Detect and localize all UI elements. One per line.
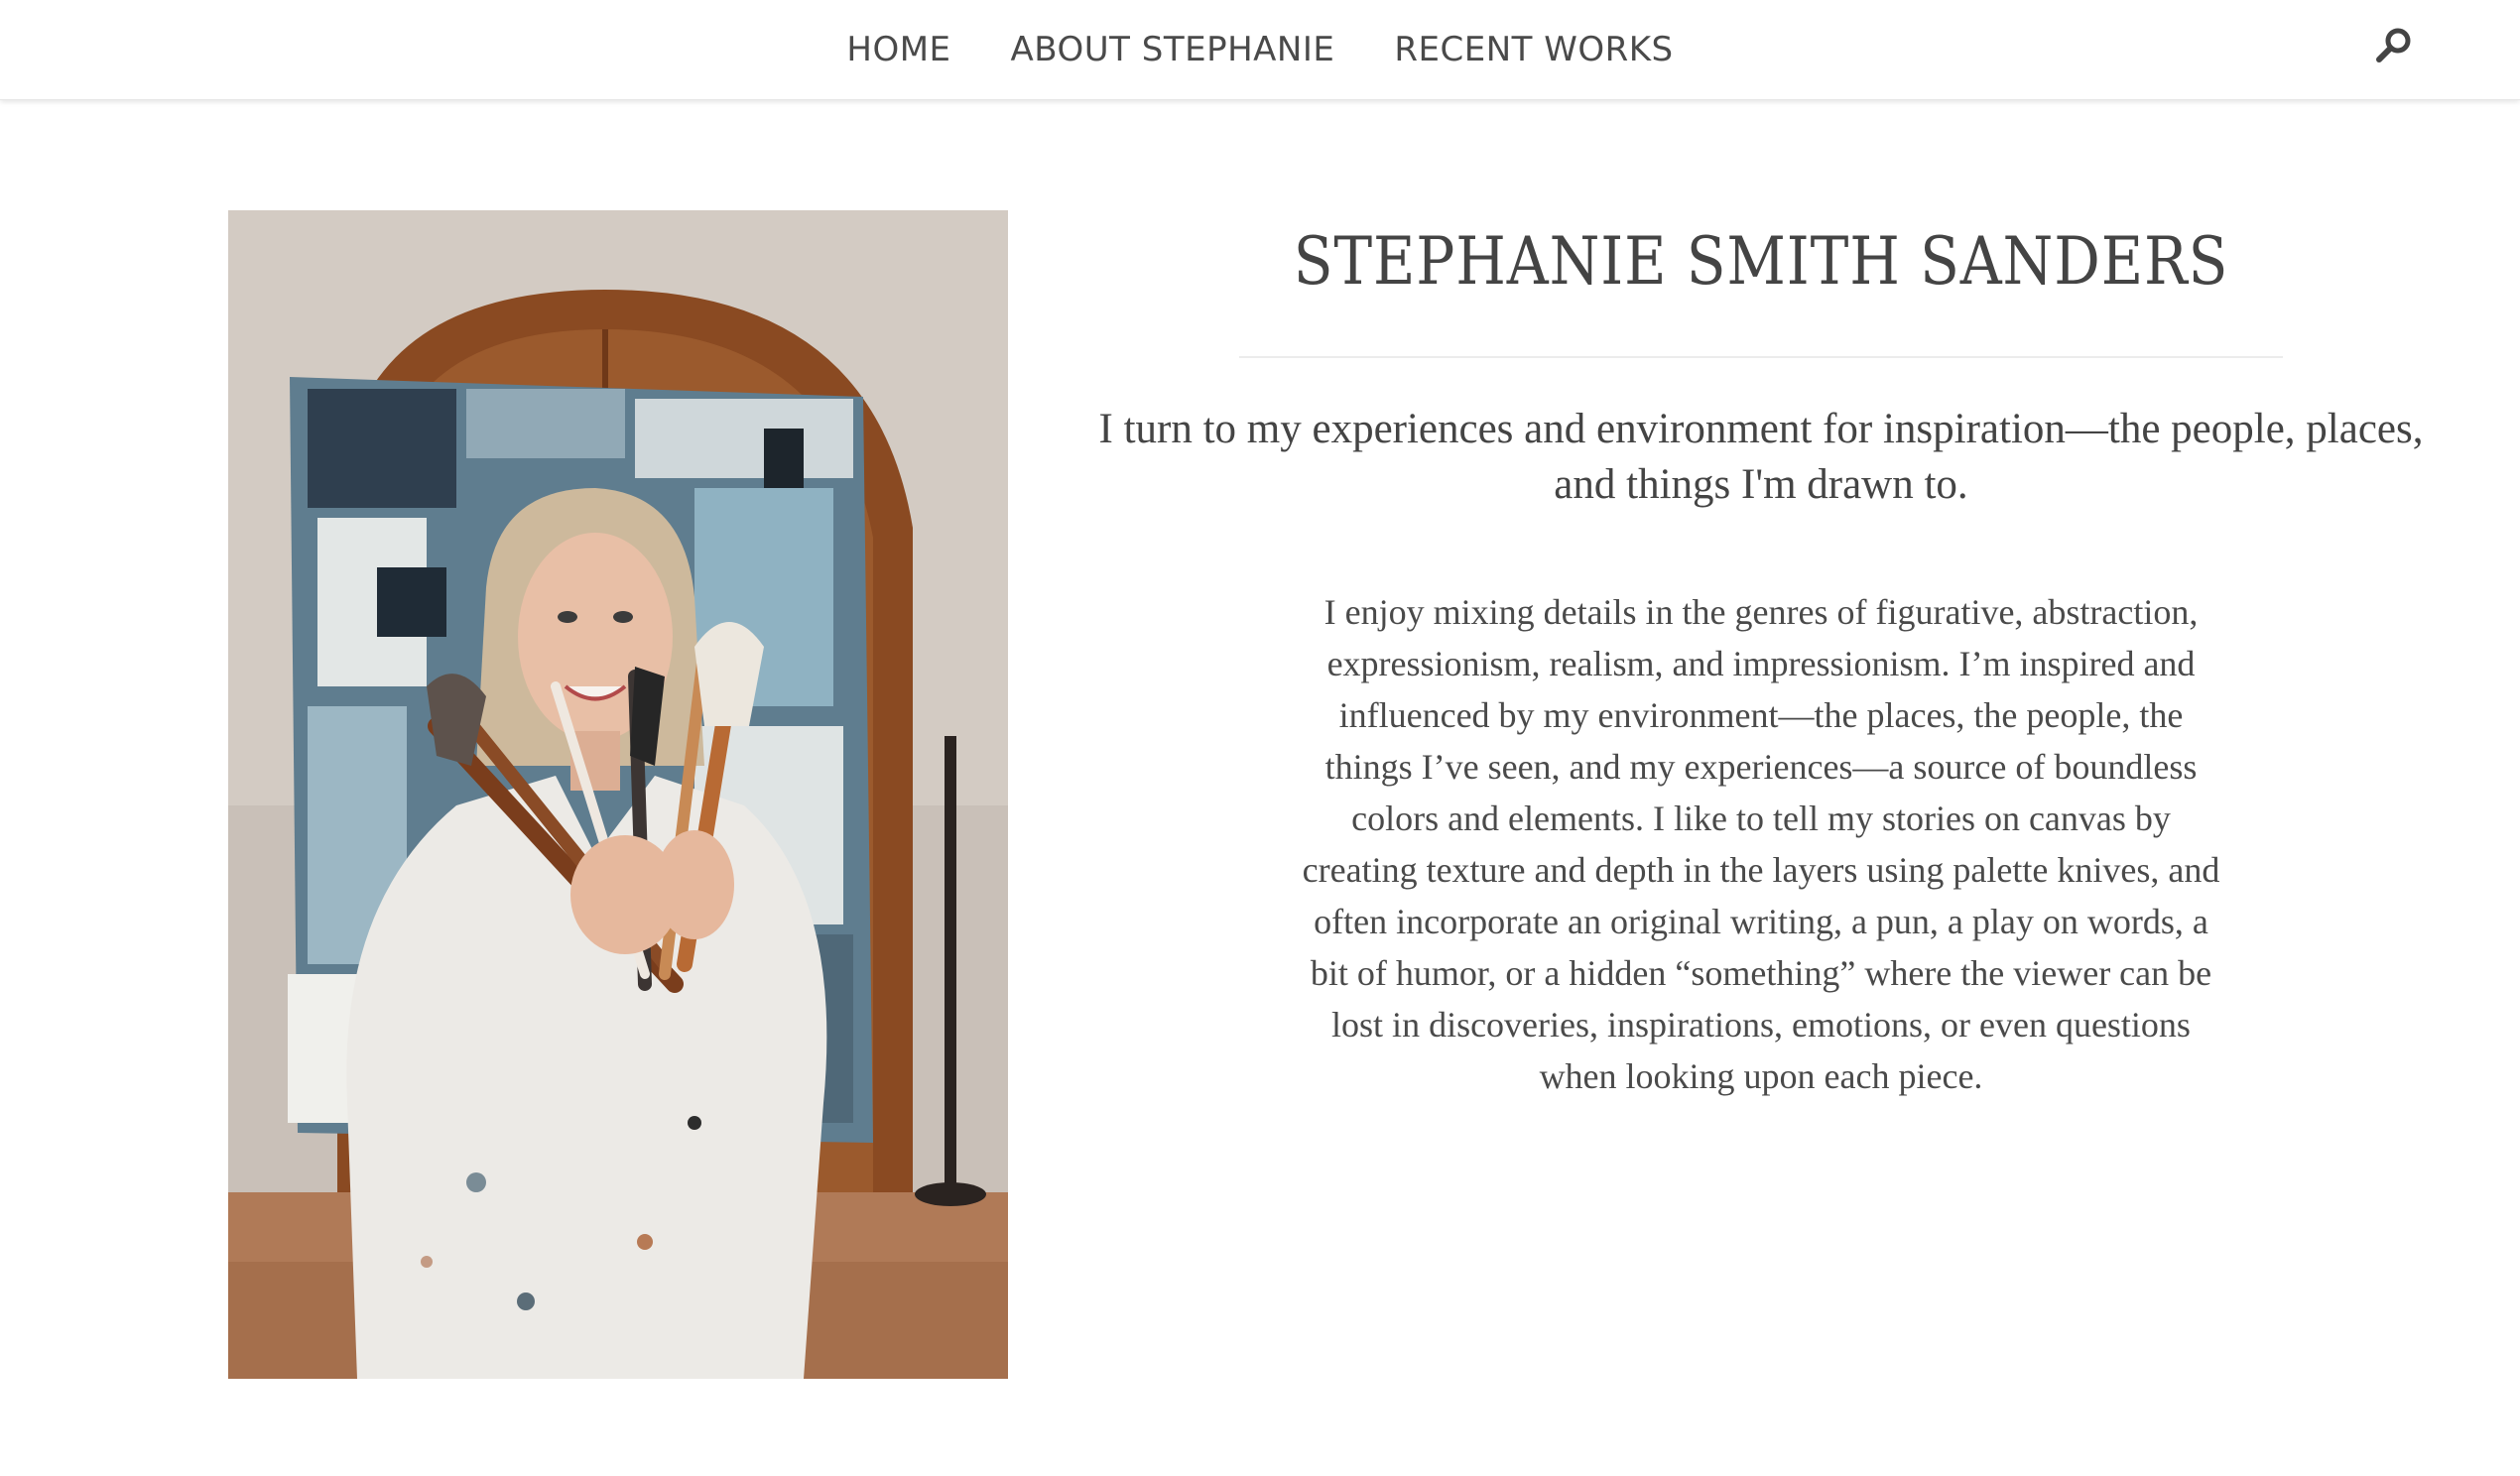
artist-intro-section: STEPHANIE SMITH SANDERS I turn to my exp… (1071, 210, 2451, 1102)
top-navigation-bar: HOME ABOUT STEPHANIE RECENT WORKS (0, 0, 2520, 100)
main-nav: HOME ABOUT STEPHANIE RECENT WORKS (0, 0, 2520, 99)
nav-recent-works[interactable]: RECENT WORKS (1364, 33, 1702, 66)
artist-portrait-photo (228, 210, 1008, 1379)
lead-paragraph: I turn to my experiences and environment… (1098, 406, 2424, 508)
search-icon (2376, 28, 2411, 62)
portrait-illustration (228, 210, 1008, 1379)
nav-home[interactable]: HOME (817, 33, 980, 66)
page-title: STEPHANIE SMITH SANDERS (1293, 223, 2229, 300)
search-button[interactable] (2369, 22, 2419, 71)
nav-about-stephanie[interactable]: ABOUT STEPHANIE (981, 33, 1365, 66)
bio-paragraph: I enjoy mixing details in the genres of … (1302, 592, 2220, 1096)
title-divider (1239, 356, 2283, 358)
